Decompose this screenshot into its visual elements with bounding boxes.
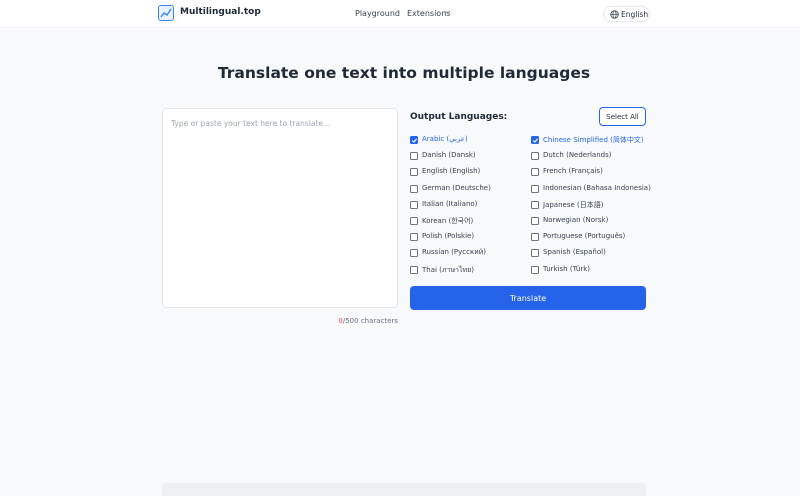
language-option-label: Chinese Simplified (简体中文) (543, 136, 644, 144)
page-title: Translate one text into multiple languag… (217, 64, 591, 82)
language-checkbox[interactable] (531, 168, 539, 177)
translate-button[interactable]: Translate (410, 286, 646, 310)
chart-line-icon[interactable] (158, 5, 174, 21)
language-option-label: Italian (Italiano) (422, 199, 478, 208)
language-checkbox[interactable] (410, 217, 418, 225)
language-option-label: Turkish (Türk) (543, 264, 590, 273)
language-option-label: Spanish (Español) (543, 248, 606, 257)
language-checkbox[interactable] (410, 184, 418, 193)
language-option-label: Arabic (عربي) (422, 135, 468, 143)
language-checkbox[interactable] (410, 233, 418, 242)
source-text-input[interactable] (162, 108, 398, 308)
language-checkbox[interactable] (410, 249, 418, 258)
check-icon (532, 138, 539, 143)
character-count-limit: /500 characters (342, 317, 398, 325)
language-option-label: French (Français) (543, 167, 603, 176)
language-checkbox[interactable] (531, 184, 539, 193)
language-option-label: Indonesian (Bahasa Indonesia) (543, 183, 651, 192)
globe-icon (610, 10, 619, 19)
language-option-label: Dutch (Nederlands) (543, 151, 612, 160)
language-checkbox[interactable] (410, 168, 418, 177)
language-option-label: English (English) (422, 167, 481, 176)
top-navbar: Multilingual.top Playground Extensions E… (0, 0, 800, 28)
language-checkbox[interactable] (410, 136, 418, 144)
language-checkbox[interactable] (531, 265, 539, 274)
language-option-label: Japanese (日本語) (543, 200, 604, 209)
character-counter: 0/500 characters (300, 317, 398, 325)
language-checkbox[interactable] (531, 249, 539, 258)
language-checkbox[interactable] (410, 200, 418, 209)
language-option-label: Thai (ภาษาไทย) (422, 265, 474, 274)
language-option-label: Russian (Русский) (422, 248, 487, 257)
language-option-label: Danish (Dansk) (422, 151, 476, 160)
language-option-label: Korean (한국어) (422, 217, 474, 225)
language-checkbox[interactable] (410, 265, 418, 274)
language-checkbox[interactable] (531, 136, 539, 144)
language-checkbox[interactable] (531, 152, 539, 161)
language-option-label: Portuguese (Português) (543, 232, 626, 241)
check-icon (411, 138, 418, 143)
language-checkbox[interactable] (410, 152, 418, 161)
language-selector-button[interactable]: English (603, 6, 650, 22)
language-option-label: Polish (Polskie) (422, 232, 475, 241)
language-selector-label: English (621, 10, 649, 19)
select-all-button[interactable]: Select All (599, 107, 646, 126)
nav-playground[interactable]: Playground (355, 9, 400, 18)
logo-text[interactable]: Multilingual.top (180, 7, 261, 17)
language-checkbox[interactable] (531, 233, 539, 242)
language-checkbox[interactable] (531, 217, 539, 225)
language-checkbox[interactable] (531, 200, 539, 209)
output-languages-label: Output Languages: (410, 112, 508, 122)
language-option-label: Norwegian (Norsk) (543, 216, 609, 224)
lower-section-edge (162, 483, 646, 496)
chevron-down-icon[interactable] (444, 10, 451, 15)
language-option-label: German (Deutsche) (422, 183, 491, 192)
